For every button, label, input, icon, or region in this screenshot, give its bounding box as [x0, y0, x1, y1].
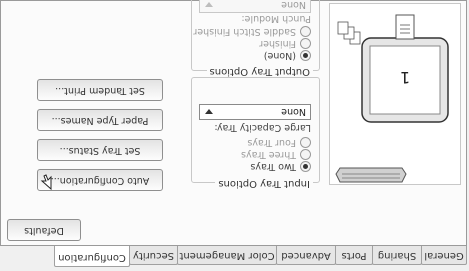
input-tray-title: Input Tray Options — [215, 178, 313, 189]
set-tandem-print-button[interactable]: Set Tandem Print... — [37, 79, 163, 101]
tab-security[interactable]: Security — [129, 246, 178, 265]
chevron-down-icon — [205, 109, 213, 114]
radio-saddle-stitch-finisher[interactable]: Saddle Stitch Finisher — [193, 26, 311, 37]
output-paper-icon — [395, 14, 415, 40]
printer-illustration: 1 — [335, 14, 449, 183]
radio-icon — [300, 50, 311, 61]
radio-icon — [300, 149, 311, 160]
radio-none[interactable]: (None) — [264, 50, 311, 61]
punch-module-label: Punch Module: — [241, 13, 311, 24]
tab-ports[interactable]: Ports — [335, 246, 373, 265]
configuration-panel: Defaults 1 Input Tray Options Two Trays — [0, 0, 467, 246]
paper-type-names-button[interactable]: Paper Type Names... — [37, 109, 163, 131]
output-tray-options-group: Output Tray Options (None) Finisher Sadd… — [191, 0, 320, 77]
radio-icon — [300, 161, 311, 172]
tab-strip: General Sharing Ports Advanced Color Man… — [2, 245, 467, 267]
tab-sharing[interactable]: Sharing — [372, 246, 422, 265]
mouse-cursor-icon — [40, 174, 52, 190]
finisher-tray-icon — [335, 167, 407, 183]
radio-three-trays[interactable]: Three Trays — [241, 149, 311, 160]
set-tray-status-button[interactable]: Set Tray Status... — [37, 139, 163, 161]
punch-module-select[interactable]: None — [199, 0, 311, 13]
input-tray-options-group: Input Tray Options Two Trays Three Trays… — [191, 77, 320, 189]
tab-advanced[interactable]: Advanced — [276, 246, 336, 265]
printer-preview: 1 — [329, 3, 461, 185]
radio-icon — [300, 137, 311, 148]
radio-four-trays[interactable]: Four Trays — [247, 137, 311, 148]
tab-general[interactable]: General — [421, 246, 467, 265]
tab-configuration[interactable]: Configuration — [54, 246, 130, 267]
printer-properties-dialog: General Sharing Ports Advanced Color Man… — [0, 0, 469, 271]
large-capacity-tray-select[interactable]: None — [199, 104, 311, 120]
tab-color-management[interactable]: Color Management — [177, 246, 277, 265]
radio-icon — [300, 26, 311, 37]
chevron-down-icon — [205, 2, 213, 7]
auto-configuration-button[interactable]: Auto Configuration... — [37, 169, 163, 191]
radio-icon — [300, 38, 311, 49]
defaults-button[interactable]: Defaults — [7, 219, 81, 241]
large-capacity-tray-label: Large Capacity Tray: — [214, 122, 311, 133]
radio-two-trays[interactable]: Two Trays — [250, 161, 311, 172]
page-number-label: 1 — [400, 68, 410, 87]
radio-finisher[interactable]: Finisher — [259, 38, 311, 49]
output-tray-title: Output Tray Options — [206, 66, 313, 77]
